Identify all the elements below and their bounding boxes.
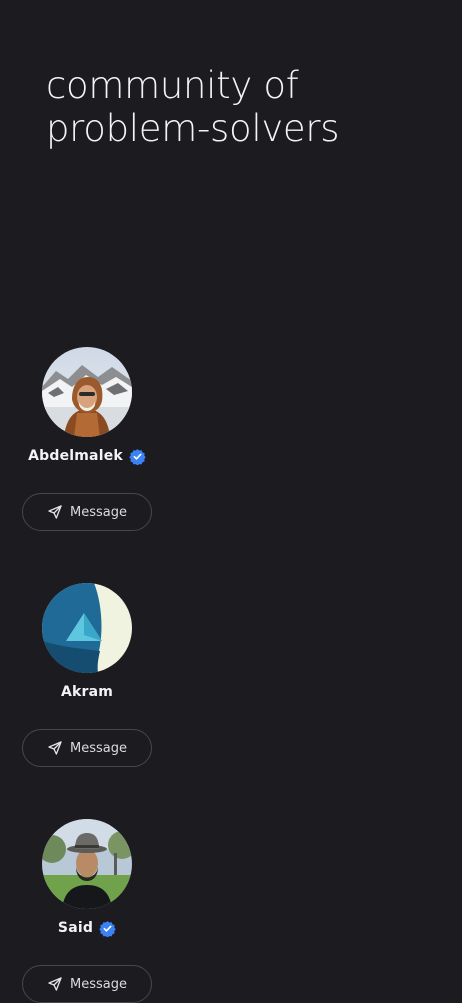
avatar[interactable]: [42, 819, 132, 909]
paper-plane-icon: [47, 976, 63, 992]
message-button[interactable]: Message: [22, 965, 152, 1003]
verified-badge-icon: [99, 920, 116, 937]
paper-plane-icon: [47, 740, 63, 756]
member-card-akram: Akram Message: [22, 583, 152, 767]
verified-badge-icon: [129, 448, 146, 465]
member-name-row: Akram: [61, 681, 113, 703]
member-card-abdelmalek: Abdelmalek Message: [22, 347, 152, 531]
avatar[interactable]: [42, 347, 132, 437]
headline-line-2: problem-solvers: [46, 107, 340, 150]
member-name: Abdelmalek: [28, 448, 123, 464]
avatar[interactable]: [42, 583, 132, 673]
member-name: Said: [57, 920, 94, 936]
message-button[interactable]: Message: [22, 493, 152, 531]
paper-plane-icon: [47, 504, 63, 520]
page-headline: community of problem-solvers: [46, 64, 340, 150]
member-card-said: Said Message: [22, 819, 152, 1003]
message-button-label: Message: [70, 740, 127, 756]
headline-line-1: community of: [46, 64, 299, 107]
message-button-label: Message: [70, 976, 127, 992]
member-name-row: Said: [58, 917, 116, 939]
message-button[interactable]: Message: [22, 729, 152, 767]
member-name-row: Abdelmalek: [28, 445, 146, 467]
member-name: Akram: [60, 684, 114, 700]
message-button-label: Message: [70, 504, 127, 520]
